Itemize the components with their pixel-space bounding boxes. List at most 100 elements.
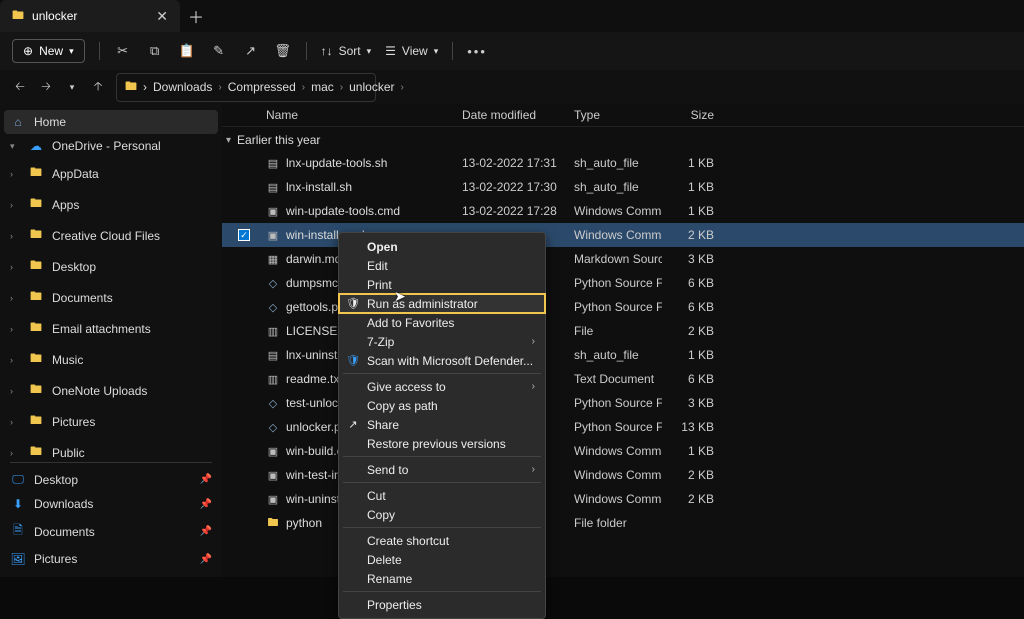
ctx-properties[interactable]: Properties xyxy=(339,595,545,614)
new-button[interactable]: ⊕ New ▾ xyxy=(12,39,85,63)
separator xyxy=(452,42,453,60)
file-row[interactable]: win-update-tools.cmd13-02-2022 17:28Wind… xyxy=(222,199,1024,223)
sidebar-quick-item[interactable]: 🗎Documents📌 xyxy=(0,516,222,547)
type-column[interactable]: Type xyxy=(574,108,662,122)
sidebar-onedrive[interactable]: ▾ ☁ OneDrive - Personal xyxy=(0,134,222,158)
row-checkbox[interactable]: ✓ xyxy=(222,229,266,241)
sidebar-item[interactable]: ›🖿Music xyxy=(0,344,222,375)
row-checkbox[interactable] xyxy=(222,181,266,193)
row-checkbox[interactable] xyxy=(222,493,266,505)
row-checkbox[interactable] xyxy=(222,517,266,529)
ctx-delete[interactable]: Delete xyxy=(339,550,545,569)
delete-icon[interactable]: 🗑 xyxy=(274,43,292,59)
sidebar-item[interactable]: ›🖿OneNote Uploads xyxy=(0,375,222,406)
folder-icon: 🖿 xyxy=(28,163,44,184)
close-tab-icon[interactable]: ✕ xyxy=(156,8,168,25)
chevron-right-icon: › xyxy=(10,262,20,272)
checkbox-column[interactable] xyxy=(222,108,266,122)
rename-icon[interactable]: ✎ xyxy=(210,43,228,59)
sidebar-quick-item[interactable]: 🖵Desktop📌 xyxy=(0,467,222,492)
ctx-copy[interactable]: Copy xyxy=(339,505,545,524)
file-row[interactable]: lnx-install.sh13-02-2022 17:30sh_auto_fi… xyxy=(222,175,1024,199)
file-icon xyxy=(266,181,280,194)
ctx-rename[interactable]: Rename xyxy=(339,569,545,588)
sidebar-quick-item[interactable]: 🖼Pictures📌 xyxy=(0,547,222,571)
row-checkbox[interactable] xyxy=(222,301,266,313)
ctx-send-to[interactable]: Send to› xyxy=(339,460,545,479)
crumb[interactable]: unlocker xyxy=(349,80,394,94)
ctx-share[interactable]: ↗Share xyxy=(339,415,545,434)
chevron-down-icon: ▾ xyxy=(69,46,74,57)
sidebar-label: Music xyxy=(52,353,83,367)
ctx-shortcut[interactable]: Create shortcut xyxy=(339,531,545,550)
sidebar-item[interactable]: ›🖿Pictures xyxy=(0,406,222,437)
separator xyxy=(99,42,100,60)
forward-icon[interactable]: 🡢 xyxy=(38,77,54,98)
row-checkbox[interactable] xyxy=(222,277,266,289)
pin-icon: 📌 xyxy=(200,474,212,485)
file-name: LICENSE xyxy=(286,324,337,338)
up-icon[interactable]: 🡡 xyxy=(90,77,106,98)
sidebar-item[interactable]: ›🖿Email attachments xyxy=(0,313,222,344)
paste-icon[interactable]: 📋 xyxy=(178,43,196,59)
ctx-give-access[interactable]: Give access to› xyxy=(339,377,545,396)
sort-button[interactable]: ↑↓ Sort ▾ xyxy=(321,44,372,58)
file-row[interactable]: lnx-update-tools.sh13-02-2022 17:31sh_au… xyxy=(222,151,1024,175)
file-size: 2 KB xyxy=(662,228,722,242)
sidebar-quick-item[interactable]: ⬇Downloads📌 xyxy=(0,492,222,516)
sidebar-home[interactable]: ⌂ Home xyxy=(4,110,218,134)
ctx-copy-path[interactable]: Copy as path xyxy=(339,396,545,415)
file-icon xyxy=(266,253,280,266)
window-tab[interactable]: 🖿 unlocker ✕ xyxy=(0,0,180,32)
name-column[interactable]: Name xyxy=(266,108,462,122)
sidebar-item[interactable]: ›🖿Apps xyxy=(0,189,222,220)
ctx-defender[interactable]: 🛡Scan with Microsoft Defender... xyxy=(339,351,545,370)
sidebar-item[interactable]: ›🖿Public xyxy=(0,437,222,458)
folder-icon: 🖿 xyxy=(28,318,44,339)
file-size: 3 KB xyxy=(662,252,722,266)
more-icon[interactable]: ••• xyxy=(467,44,485,59)
row-checkbox[interactable] xyxy=(222,157,266,169)
sidebar-item[interactable]: ›🖿Documents xyxy=(0,282,222,313)
row-checkbox[interactable] xyxy=(222,253,266,265)
share-icon[interactable]: ↗ xyxy=(242,43,260,59)
new-tab-button[interactable]: ＋ xyxy=(180,4,212,28)
view-label: View xyxy=(402,44,428,58)
date-column[interactable]: Date modified xyxy=(462,108,574,122)
chevron-down-icon[interactable]: ▾ xyxy=(64,82,80,93)
file-icon xyxy=(266,277,280,290)
ctx-open[interactable]: Open xyxy=(339,237,545,256)
file-type: sh_auto_file xyxy=(574,180,662,194)
row-checkbox[interactable] xyxy=(222,373,266,385)
ctx-cut[interactable]: Cut xyxy=(339,486,545,505)
ctx-restore[interactable]: Restore previous versions xyxy=(339,434,545,453)
crumb[interactable]: Downloads xyxy=(153,80,212,94)
copy-icon[interactable]: ⧉ xyxy=(146,43,164,59)
ctx-print[interactable]: Print xyxy=(339,275,545,294)
crumb[interactable]: mac xyxy=(311,80,334,94)
cut-icon[interactable]: ✂ xyxy=(114,43,132,59)
row-checkbox[interactable] xyxy=(222,445,266,457)
row-checkbox[interactable] xyxy=(222,205,266,217)
file-type: File xyxy=(574,324,662,338)
ctx-run-administrator[interactable]: 🛡Run as administrator xyxy=(339,294,545,313)
crumb[interactable]: Compressed xyxy=(228,80,296,94)
breadcrumb[interactable]: 🖿 › Downloads› Compressed› mac› unlocker… xyxy=(116,73,376,102)
row-checkbox[interactable] xyxy=(222,349,266,361)
ctx-edit[interactable]: Edit xyxy=(339,256,545,275)
sidebar-item[interactable]: ›🖿AppData xyxy=(0,158,222,189)
tab-title: unlocker xyxy=(32,9,148,23)
group-header[interactable]: ▾ Earlier this year xyxy=(222,127,1024,151)
row-checkbox[interactable] xyxy=(222,421,266,433)
size-column[interactable]: Size xyxy=(662,108,722,122)
sidebar-item[interactable]: ›🖿Creative Cloud Files xyxy=(0,220,222,251)
view-button[interactable]: ☰ View ▾ xyxy=(385,44,438,58)
row-checkbox[interactable] xyxy=(222,469,266,481)
back-icon[interactable]: 🡠 xyxy=(12,77,28,98)
ctx-7zip[interactable]: 7-Zip› xyxy=(339,332,545,351)
ctx-favorites[interactable]: Add to Favorites xyxy=(339,313,545,332)
row-checkbox[interactable] xyxy=(222,397,266,409)
folder-icon: 🖿 xyxy=(125,77,137,98)
sidebar-item[interactable]: ›🖿Desktop xyxy=(0,251,222,282)
row-checkbox[interactable] xyxy=(222,325,266,337)
